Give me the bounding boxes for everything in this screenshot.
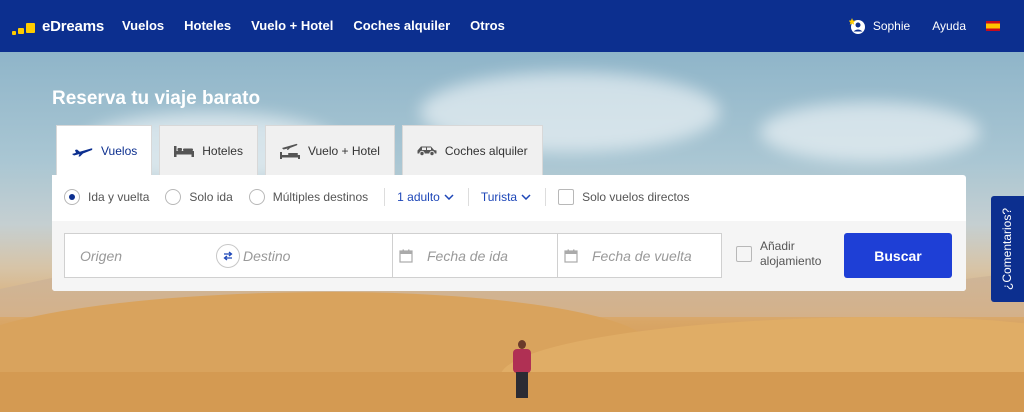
edreams-logo[interactable]: eDreams	[12, 16, 104, 36]
search-form: Ida y vuelta Solo ida Múltiples destinos…	[52, 175, 966, 291]
chevron-down-icon	[444, 194, 454, 200]
multi-destination-label: Múltiples destinos	[272, 190, 369, 204]
direct-flights-checkbox[interactable]	[558, 189, 575, 205]
user-name: Sophie	[872, 19, 911, 33]
departure-date-input[interactable]: Fecha de ida	[392, 233, 558, 278]
main-nav: Vuelos Hoteles Vuelo + Hotel Coches alquile…	[122, 17, 525, 35]
return-date-placeholder: Fecha de vuelta	[592, 247, 692, 264]
nav-coches-alquiler[interactable]: Coches alquiler	[353, 18, 450, 33]
one-way-label: Solo ida	[189, 190, 233, 204]
calendar-icon	[399, 249, 413, 263]
logo-text: eDreams	[42, 17, 104, 35]
trip-options: Ida y vuelta Solo ida Múltiples destinos…	[64, 185, 705, 209]
round-trip-label: Ida y vuelta	[88, 190, 150, 204]
passengers-dropdown[interactable]: 1 adulto	[397, 190, 454, 204]
user-avatar-icon	[848, 18, 865, 34]
departure-date-placeholder: Fecha de ida	[427, 247, 508, 264]
destination-placeholder: Destino	[243, 247, 291, 264]
page-title: Reserva tu viaje barato	[52, 88, 261, 109]
chevron-down-icon	[521, 194, 531, 200]
tab-hoteles[interactable]: Hoteles	[159, 125, 258, 175]
divider	[545, 188, 547, 206]
bed-icon	[174, 145, 195, 157]
direct-flights-label: Solo vuelos directos	[582, 190, 690, 204]
swap-arrows-icon	[223, 251, 233, 261]
destination-input[interactable]: Destino	[229, 233, 393, 278]
tab-label: Vuelo + Hotel	[307, 143, 380, 158]
nav-vuelos[interactable]: Vuelos	[122, 18, 164, 33]
origin-placeholder: Origen	[80, 247, 123, 264]
user-menu[interactable]: Sophie	[848, 17, 911, 35]
plane-icon	[72, 148, 93, 157]
round-trip-option[interactable]: Ida y vuelta	[64, 189, 149, 205]
passengers-value: 1 adulto	[397, 190, 440, 204]
tab-label: Hoteles	[202, 143, 243, 158]
search-button[interactable]: Buscar	[844, 233, 952, 278]
add-accommodation-line2: alojamiento	[760, 254, 822, 268]
return-date-input[interactable]: Fecha de vuelta	[557, 233, 722, 278]
nav-vuelo-hotel[interactable]: Vuelo + Hotel	[251, 18, 333, 33]
tab-vuelos[interactable]: Vuelos	[56, 125, 153, 176]
spain-flag-icon[interactable]	[986, 21, 1000, 31]
car-icon	[417, 146, 437, 156]
product-tabs: Vuelos Hoteles Vuelo + Hotel Coches alqu…	[56, 125, 550, 176]
nav-hoteles[interactable]: Hoteles	[184, 18, 231, 33]
tab-label: Coches alquiler	[444, 143, 528, 158]
feedback-label: ¿Comentarios?	[1000, 207, 1015, 291]
divider	[467, 188, 469, 206]
add-accommodation-line1: Añadir	[760, 239, 795, 253]
divider	[384, 188, 386, 206]
plane-hotel-icon	[279, 143, 300, 159]
add-accommodation-option[interactable]: Añadir alojamiento	[736, 239, 821, 269]
cabin-class-dropdown[interactable]: Turista	[481, 190, 531, 204]
top-navbar: eDreams Vuelos Hoteles Vuelo + Hotel Coches…	[0, 0, 1024, 52]
hiker-figure	[512, 340, 532, 398]
add-accommodation-label: Añadir alojamiento	[760, 239, 821, 269]
tab-vuelo-hotel[interactable]: Vuelo + Hotel	[264, 125, 395, 175]
one-way-radio[interactable]	[165, 189, 182, 205]
swap-button[interactable]	[216, 244, 240, 268]
feedback-tab[interactable]: ¿Comentarios?	[991, 196, 1024, 302]
help-link[interactable]: Ayuda	[932, 19, 966, 33]
multi-destination-radio[interactable]	[248, 189, 265, 205]
direct-flights-option[interactable]: Solo vuelos directos	[558, 189, 689, 205]
nav-otros[interactable]: Otros	[470, 18, 505, 33]
add-accommodation-checkbox[interactable]	[736, 246, 752, 262]
origin-input[interactable]: Origen	[64, 233, 230, 278]
cabin-class-value: Turista	[480, 190, 518, 204]
one-way-option[interactable]: Solo ida	[165, 189, 233, 205]
tab-coches-alquiler[interactable]: Coches alquiler	[401, 125, 543, 175]
multi-destination-option[interactable]: Múltiples destinos	[248, 189, 369, 205]
calendar-icon	[564, 249, 578, 263]
tab-label: Vuelos	[101, 144, 138, 158]
logo-mark-icon	[12, 16, 40, 36]
round-trip-radio[interactable]	[64, 189, 80, 205]
